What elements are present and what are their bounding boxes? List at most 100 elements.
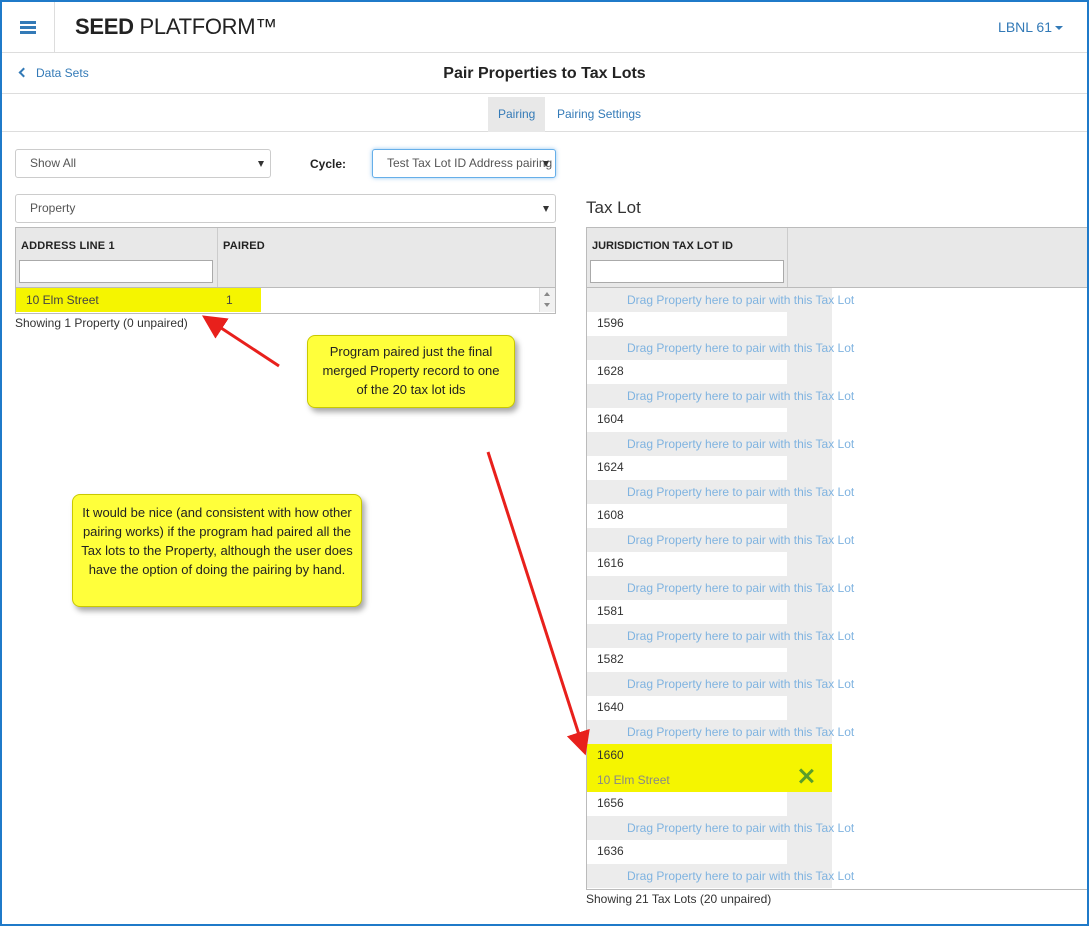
tab-pairing[interactable]: Pairing (488, 97, 546, 132)
column-jurisdiction-tax-lot-id[interactable]: JURISDICTION TAX LOT ID (587, 228, 788, 287)
cell-address: 10 Elm Street (26, 293, 99, 307)
inventory-type-value: Property (30, 201, 76, 215)
list-item[interactable]: 1582 Drag Property here to pair with this… (587, 648, 854, 696)
drop-zone[interactable]: Drag Property here to pair with this Tax… (587, 720, 854, 744)
taxlot-id: 1656 (597, 796, 624, 810)
taxlot-id: 1640 (597, 700, 624, 714)
callout-note-top: Program paired just the final merged Pro… (307, 335, 515, 408)
list-item[interactable]: 1640 Drag Property here to pair with this… (587, 696, 854, 744)
organization-dropdown[interactable]: LBNL 61 (998, 19, 1063, 35)
brand-rest: PLATFORM™ (133, 14, 278, 39)
drop-zone[interactable]: Drag Property here to pair with this Tax… (587, 816, 854, 840)
drop-hint: Drag Property here to pair with this Tax… (627, 533, 855, 547)
drop-zone[interactable]: Drag Property here to pair with this Tax… (587, 864, 854, 888)
list-item[interactable]: 1596 Drag Property here to pair with this… (587, 312, 854, 360)
dropdown-arrow-icon (543, 206, 549, 212)
drop-zone[interactable]: Drag Property here to pair with this Tax… (587, 480, 854, 504)
column-address-line-1[interactable]: ADDRESS LINE 1 (16, 228, 218, 287)
list-item[interactable]: 1628 Drag Property here to pair with this… (587, 360, 854, 408)
drop-hint: Drag Property here to pair with this Tax… (627, 629, 855, 643)
page-header: Data Sets Pair Properties to Tax Lots (2, 53, 1087, 94)
dropdown-arrow-icon (258, 161, 264, 167)
drop-zone[interactable]: Drag Property here to pair with this Tax… (587, 672, 854, 696)
drop-zone[interactable]: Drag Property here to pair with this Tax… (587, 384, 854, 408)
tab-pairing-settings[interactable]: Pairing Settings (547, 97, 651, 132)
drop-zone[interactable]: Drag Property here to pair with this Tax… (587, 576, 854, 600)
taxlot-id: 1616 (597, 556, 624, 570)
organization-label: LBNL 61 (998, 19, 1052, 35)
dropdown-arrow-icon (543, 161, 549, 167)
tab-bar: Pairing Pairing Settings (2, 94, 1087, 132)
drop-zone[interactable]: Drag Property here to pair with this Tax… (587, 528, 854, 552)
property-count-status: Showing 1 Property (0 unpaired) (15, 316, 188, 330)
taxlot-id: 1608 (597, 508, 624, 522)
cycle-label: Cycle: (310, 157, 347, 171)
property-grid: ADDRESS LINE 1 PAIRED 10 Elm Street 1 (15, 227, 556, 314)
list-item[interactable]: 1604 Drag Property here to pair with this… (587, 408, 854, 456)
drop-zone[interactable]: Drag Property here to pair with this Tax… (587, 336, 854, 360)
drop-zone[interactable]: Drag Property here to pair with this Tax… (587, 288, 854, 312)
drop-hint: Drag Property here to pair with this Tax… (627, 293, 855, 307)
drop-hint: Drag Property here to pair with this Tax… (627, 821, 855, 835)
show-filter-select[interactable]: Show All (15, 149, 271, 178)
unpair-close-icon[interactable] (797, 767, 815, 785)
list-item[interactable]: 1581 Drag Property here to pair with this… (587, 600, 854, 648)
drop-hint: Drag Property here to pair with this Tax… (627, 869, 855, 883)
drop-zone[interactable]: Drag Property here to pair with this Tax… (587, 432, 854, 456)
table-row[interactable]: 10 Elm Street 1 (16, 288, 261, 312)
taxlot-id: 1596 (597, 316, 624, 330)
column-header-label: PAIRED (223, 240, 265, 252)
menu-button[interactable] (2, 2, 55, 52)
arrow-to-paired-taxlot (486, 451, 590, 756)
taxlot-count-status: Showing 21 Tax Lots (20 unpaired) (586, 892, 772, 906)
paired-property: 10 Elm Street (587, 768, 832, 792)
column-paired[interactable]: PAIRED (218, 228, 555, 287)
caret-down-icon (1055, 26, 1063, 31)
column-header-label: JURISDICTION TAX LOT ID (592, 240, 733, 252)
taxlot-id: 1660 (597, 748, 624, 762)
drop-hint: Drag Property here to pair with this Tax… (627, 581, 855, 595)
property-grid-header: ADDRESS LINE 1 PAIRED (16, 228, 555, 288)
vertical-scrollbar[interactable] (539, 288, 555, 312)
taxlot-grid: JURISDICTION TAX LOT ID Drag Property he… (586, 227, 1089, 890)
taxlot-id: 1636 (597, 844, 624, 858)
scroll-up-icon (544, 292, 550, 296)
taxlot-grid-header: JURISDICTION TAX LOT ID (587, 228, 1089, 288)
cycle-select-value: Test Tax Lot ID Address pairing (387, 156, 553, 170)
list-item-paired[interactable]: 1660 10 Elm Street (587, 744, 832, 792)
taxlot-section-title: Tax Lot (586, 198, 641, 217)
scroll-down-icon (544, 303, 550, 307)
callout-note-left: It would be nice (and consistent with ho… (72, 494, 362, 607)
show-filter-value: Show All (30, 156, 77, 170)
list-item[interactable]: 1624 Drag Property here to pair with this… (587, 456, 854, 504)
paired-property-name: 10 Elm Street (597, 773, 670, 787)
drop-zone[interactable]: Drag Property here to pair with this Tax… (587, 624, 854, 648)
taxlot-id: 1582 (597, 652, 624, 666)
drop-hint: Drag Property here to pair with this Tax… (627, 341, 855, 355)
address-filter-input[interactable] (19, 260, 213, 283)
brand-bold: SEED (75, 14, 134, 39)
list-item[interactable]: 1636 Drag Property here to pair with this… (587, 840, 854, 888)
page-title: Pair Properties to Tax Lots (443, 65, 646, 82)
taxlot-id: 1624 (597, 460, 624, 474)
cell-paired: 1 (226, 293, 233, 307)
list-item[interactable]: 1656 Drag Property here to pair with this… (587, 792, 854, 840)
arrow-to-property-row (201, 315, 280, 368)
drop-hint: Drag Property here to pair with this Tax… (627, 437, 855, 451)
list-item[interactable]: 1608 Drag Property here to pair with this… (587, 504, 854, 552)
drop-hint: Drag Property here to pair with this Tax… (627, 389, 855, 403)
list-item[interactable]: 1616 Drag Property here to pair with this… (587, 552, 854, 600)
column-header-label: ADDRESS LINE 1 (21, 240, 115, 252)
taxlot-id: 1604 (597, 412, 624, 426)
inventory-type-select[interactable]: Property (15, 194, 556, 223)
drop-zone-row[interactable]: Drag Property here to pair with this Tax… (587, 288, 854, 312)
cycle-select[interactable]: Test Tax Lot ID Address pairing (372, 149, 556, 178)
drop-hint: Drag Property here to pair with this Tax… (627, 485, 855, 499)
brand-logo[interactable]: SEED PLATFORM™ (75, 14, 277, 40)
taxlot-id-filter-input[interactable] (590, 260, 784, 283)
drop-hint: Drag Property here to pair with this Tax… (627, 677, 855, 691)
taxlot-id: 1581 (597, 604, 624, 618)
hamburger-icon (20, 21, 36, 34)
taxlot-id: 1628 (597, 364, 624, 378)
drop-hint: Drag Property here to pair with this Tax… (627, 725, 855, 739)
